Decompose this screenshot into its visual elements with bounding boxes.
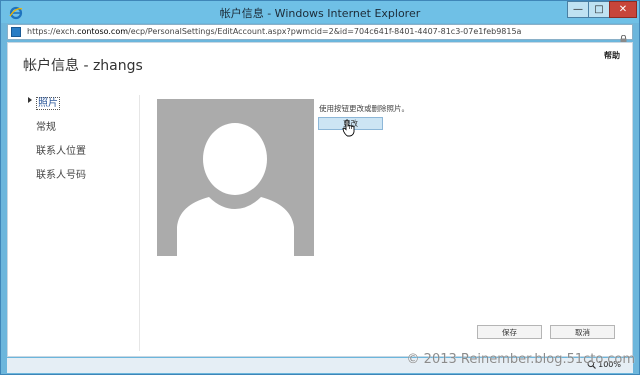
url-prefix: https://exch. <box>27 27 78 36</box>
lock-icon[interactable] <box>620 28 627 43</box>
url-host: contoso.com <box>77 27 129 36</box>
sidebar-item-label: 照片 <box>36 97 60 110</box>
sidebar-item-contact-numbers[interactable]: 联系人号码 <box>28 166 128 190</box>
content-area: 帐户信息 - zhangs 帮助 照片 常规 联系人位置 联系人号码 使用按钮更… <box>7 42 633 357</box>
maximize-button[interactable]: □ <box>588 1 610 18</box>
save-button[interactable]: 保存 <box>477 325 542 339</box>
watermark: © 2013 Reinember.blog.51cto.com <box>406 352 635 367</box>
page-title: 帐户信息 - zhangs <box>23 58 143 74</box>
address-bar[interactable]: https://exch.contoso.com/ecp/PersonalSet… <box>7 24 633 43</box>
close-button[interactable]: ✕ <box>609 1 637 18</box>
browser-window: 帐户信息 - Windows Internet Explorer — □ ✕ h… <box>0 0 640 375</box>
sidebar-nav: 照片 常规 联系人位置 联系人号码 <box>28 94 128 190</box>
help-link[interactable]: 帮助 <box>604 50 620 61</box>
hand-cursor-icon <box>342 119 356 137</box>
person-silhouette-icon <box>177 123 294 256</box>
sidebar-item-photo[interactable]: 照片 <box>28 94 128 118</box>
sidebar-item-label: 联系人位置 <box>36 146 86 157</box>
divider <box>139 95 140 351</box>
sidebar-item-contact-location[interactable]: 联系人位置 <box>28 142 128 166</box>
cancel-button[interactable]: 取消 <box>550 325 615 339</box>
sidebar-item-label: 联系人号码 <box>36 170 86 181</box>
url-rest: /ecp/PersonalSettings/EditAccount.aspx?p… <box>128 27 522 36</box>
sidebar-item-general[interactable]: 常规 <box>28 118 128 142</box>
title-bar[interactable]: 帐户信息 - Windows Internet Explorer — □ ✕ <box>1 1 639 23</box>
user-photo-placeholder <box>157 99 314 256</box>
page-icon <box>11 27 21 37</box>
url-text[interactable]: https://exch.contoso.com/ecp/PersonalSet… <box>27 27 521 36</box>
selected-arrow-icon <box>28 97 32 103</box>
sidebar-item-label: 常规 <box>36 122 56 133</box>
window-title: 帐户信息 - Windows Internet Explorer <box>219 7 421 20</box>
minimize-button[interactable]: — <box>567 1 589 18</box>
photo-instructions: 使用按钮更改或删除照片。 <box>319 104 409 113</box>
